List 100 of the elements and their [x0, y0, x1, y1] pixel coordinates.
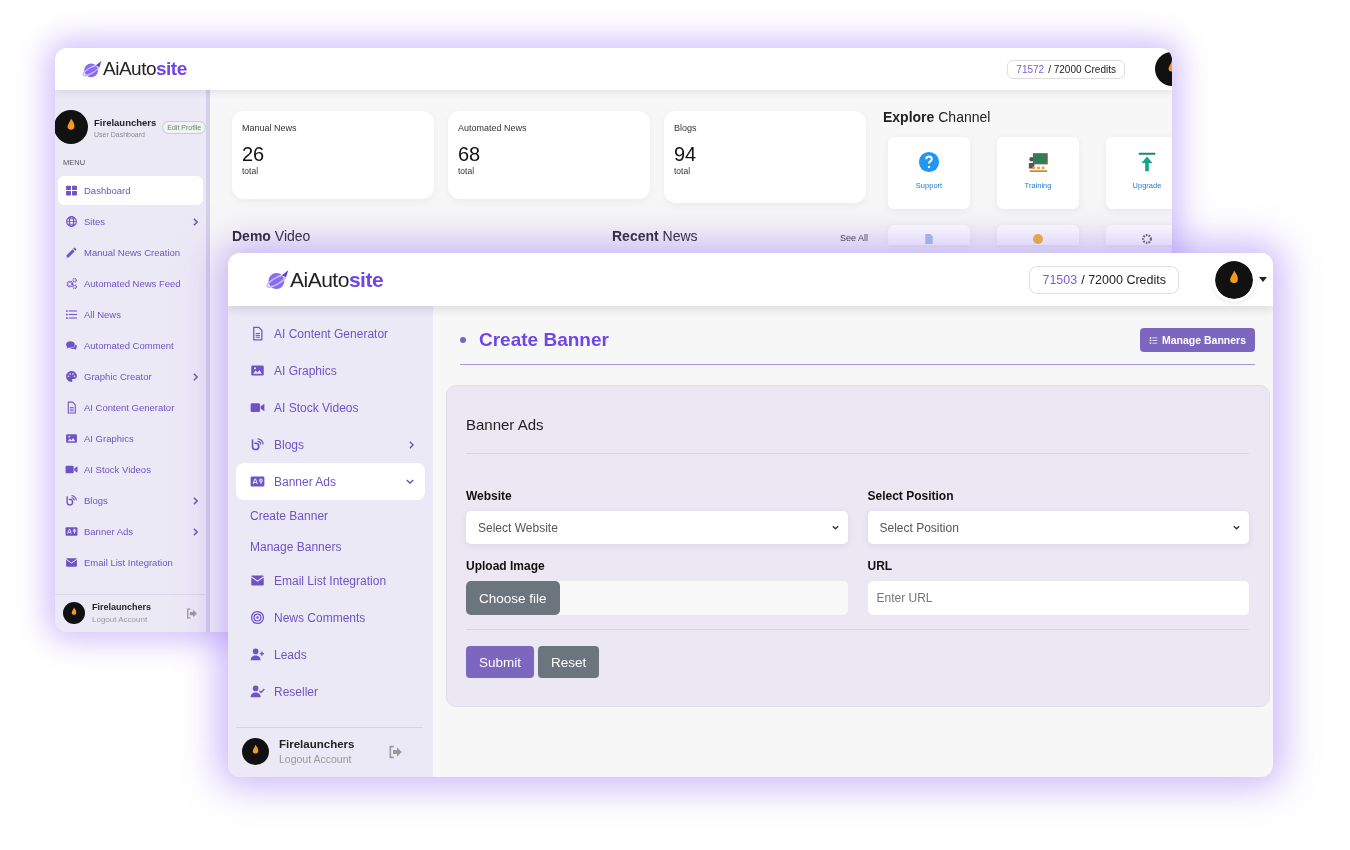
sidebar-item[interactable]: Sites [58, 207, 203, 236]
palette-icon [65, 370, 78, 383]
chevron-down-icon [1232, 523, 1241, 532]
stat-unit: total [458, 166, 476, 176]
logo-text: AiAutosite [103, 58, 187, 80]
image-icon [65, 432, 78, 445]
logo-icon [266, 269, 290, 290]
channel-tile[interactable] [888, 225, 970, 245]
chevron-right-icon [409, 440, 414, 449]
channel-tile[interactable] [997, 225, 1079, 245]
manage-banners-button[interactable]: Manage Banners [1139, 328, 1255, 352]
channel-tile[interactable] [1106, 225, 1172, 245]
see-all-link[interactable]: See All [839, 233, 868, 243]
sidebar-item[interactable]: AI Content Generator [236, 315, 425, 352]
bulb-icon [1033, 234, 1043, 244]
url-field[interactable]: Enter URL [867, 581, 1249, 615]
stat-unit: total [242, 166, 260, 176]
chevron-right-icon [193, 496, 198, 505]
profile-name: Firelaunchers [94, 116, 157, 128]
card-title: Banner Ads [466, 386, 1249, 454]
avatar-icon[interactable] [1215, 260, 1253, 299]
sidebar-item[interactable]: AI Graphics [236, 352, 425, 389]
stat-label: Blogs [674, 123, 698, 133]
submenu-item[interactable]: Manage Banners [228, 531, 433, 562]
credits-total: / 72000 Credits [1048, 63, 1116, 75]
ad-icon [250, 474, 265, 489]
field-label: Website [466, 489, 513, 503]
logout-link[interactable]: Logout Account [92, 615, 152, 624]
logo-icon [82, 60, 103, 78]
section-heading: Demo Video [232, 228, 312, 244]
sidebar-item[interactable]: Manual News Creation [58, 238, 203, 267]
ad-icon [65, 525, 78, 538]
select-field[interactable]: Select Website [466, 511, 848, 544]
select-field[interactable]: Select Position [867, 511, 1249, 544]
stat-value: 94 [674, 143, 698, 166]
sidebar-item[interactable]: Banner Ads [58, 517, 203, 546]
rss-icon [65, 494, 78, 507]
sidebar-item[interactable]: Dashboard [58, 176, 203, 205]
credits-used: 71503 [1042, 272, 1078, 287]
logout-icon[interactable] [387, 743, 403, 760]
logo-text: AiAutosite [290, 267, 384, 292]
list-icon [65, 308, 78, 321]
stat-value: 68 [458, 143, 482, 166]
target-icon [250, 610, 265, 625]
stat-label: Automated News [458, 123, 528, 133]
avatar-icon [55, 110, 88, 144]
sidebar-item[interactable]: Blogs [236, 426, 425, 463]
section-heading: Explore Channel [883, 109, 992, 125]
account-name: Firelaunchers [92, 602, 152, 612]
sidebar-item[interactable]: All News [58, 300, 203, 329]
caret-icon[interactable] [1259, 277, 1267, 282]
sidebar-item[interactable]: Blogs [58, 486, 203, 515]
gear-icon [1142, 234, 1152, 244]
credits-total: / 72000 Credits [1081, 272, 1166, 287]
teacher-board-icon [1027, 151, 1049, 173]
chevron-right-icon [193, 372, 198, 381]
sidebar-item[interactable]: AI Content Generator [58, 393, 203, 422]
submit-button[interactable]: Submit [466, 646, 535, 678]
upload-arrow-icon [1136, 151, 1158, 173]
gears-icon [65, 277, 78, 290]
sidebar-item[interactable]: AI Stock Videos [58, 455, 203, 484]
sidebar-item[interactable]: Email List Integration [236, 562, 425, 599]
document-icon [65, 401, 78, 414]
sidebar-item[interactable]: AI Graphics [58, 424, 203, 453]
sidebar-item[interactable]: Graphic Creator [58, 362, 203, 391]
logout-icon[interactable] [185, 606, 198, 620]
document-icon [924, 234, 934, 244]
image-icon [250, 363, 265, 378]
reset-button[interactable]: Reset [538, 646, 600, 678]
grid-icon [65, 184, 78, 197]
rss-icon [250, 437, 265, 452]
page-title: Create Banner [479, 329, 609, 351]
video-camera-icon [65, 463, 78, 476]
credits-used: 71572 [1016, 63, 1045, 75]
chat-icon [65, 339, 78, 352]
file-field[interactable]: Choose file [466, 581, 848, 615]
field-label: URL [867, 559, 894, 573]
sidebar-item[interactable]: News Comments [236, 599, 425, 636]
sidebar-item[interactable]: Reseller [236, 673, 425, 710]
chevron-right-icon [193, 217, 198, 226]
submenu-item[interactable]: Create Banner [228, 500, 433, 531]
stat-unit: total [674, 166, 692, 176]
field-label: Upload Image [466, 559, 546, 573]
sidebar-item[interactable]: Email List Integration [58, 548, 203, 577]
list-icon [1148, 335, 1158, 345]
envelope-icon [65, 556, 78, 569]
document-icon [250, 326, 265, 341]
sidebar-item[interactable]: Leads [236, 636, 425, 673]
avatar-icon [63, 602, 85, 624]
chevron-down-icon [830, 523, 840, 532]
stat-value: 26 [242, 143, 266, 166]
sidebar-item[interactable]: Automated News Feed [58, 269, 203, 298]
sidebar-item[interactable]: AI Stock Videos [236, 389, 425, 426]
pencil-icon [65, 246, 78, 259]
chevron-right-icon [193, 527, 198, 536]
avatar-icon [242, 738, 269, 765]
sidebar-item[interactable]: Banner Ads [236, 463, 425, 500]
user-plus-icon [250, 647, 265, 662]
sidebar-item[interactable]: Automated Comment [58, 331, 203, 360]
question-icon [918, 151, 940, 173]
